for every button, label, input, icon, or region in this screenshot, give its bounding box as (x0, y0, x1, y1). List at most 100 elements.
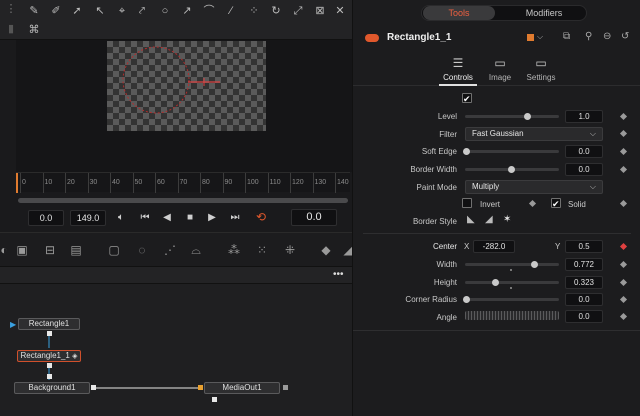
image-plane-icon[interactable]: ▣ (14, 242, 30, 258)
particle-render-icon[interactable]: ⁜ (282, 242, 298, 258)
node-port[interactable] (212, 397, 217, 402)
corner-radius-value[interactable]: 0.0 (565, 293, 603, 306)
select-arrow-icon[interactable]: ➚ (70, 4, 84, 18)
merge-icon[interactable]: ⊟ (42, 242, 58, 258)
background-icon[interactable]: ▤ (68, 242, 84, 258)
go-to-start-icon[interactable]: ⏮︎ (138, 211, 152, 225)
viewer-image[interactable] (107, 41, 266, 131)
slider-knob[interactable] (492, 279, 499, 286)
soft-edge-value[interactable]: 0.0 (565, 145, 603, 158)
bspline-tool-icon[interactable]: ⌓ (188, 242, 204, 258)
height-slider[interactable] (465, 279, 559, 286)
go-to-end-icon[interactable]: ⏭︎ (228, 211, 242, 225)
node-enable-toggle[interactable] (365, 34, 379, 42)
pin-icon[interactable]: ⚲ (585, 31, 592, 42)
current-frame-field[interactable]: 0.0 (28, 210, 64, 226)
node-options-icon[interactable]: ••• (333, 269, 344, 280)
time-display[interactable]: 0.0 (291, 209, 337, 226)
slider-knob[interactable] (463, 148, 470, 155)
node-rectangle1-1[interactable]: Rectangle1_1 ◈ (17, 350, 81, 362)
shape3d-icon[interactable]: ◆ (318, 242, 334, 258)
panel-handle-icon[interactable]: ⋮ (4, 2, 18, 16)
height-value[interactable]: 0.323 (565, 276, 603, 289)
end-frame-field[interactable]: 149.0 (70, 210, 106, 226)
lock-icon[interactable]: ⊖ (603, 31, 611, 42)
tab-modifiers[interactable]: Modifiers (505, 6, 583, 20)
particle-emitter-icon[interactable]: ⁙ (254, 242, 270, 258)
soft-edge-slider[interactable] (463, 148, 559, 155)
slider-knob[interactable] (524, 113, 531, 120)
filter-dropdown[interactable]: Fast Gaussian ⌵ (465, 127, 603, 141)
pen-icon[interactable]: ✎ (27, 4, 41, 18)
tab-image[interactable]: ▭ Image (480, 56, 520, 82)
slider-knob[interactable] (463, 296, 470, 303)
close-icon[interactable]: ✕ (333, 4, 347, 18)
angle-thumbwheel[interactable] (465, 311, 559, 320)
tab-controls[interactable]: ☰ Controls (438, 56, 478, 82)
slider-knob[interactable] (531, 261, 538, 268)
level-value[interactable]: 1.0 (565, 110, 603, 123)
timeline-ruler[interactable]: 0 10 20 30 40 50 60 70 80 90 100 110 120 130 140 (16, 172, 350, 193)
node-background1[interactable]: Background1 (14, 382, 90, 394)
keyframe-icon[interactable] (619, 312, 628, 321)
keyframe-icon[interactable] (619, 147, 628, 156)
node-select-icon[interactable]: ⌖ (115, 4, 129, 18)
keyframe-icon[interactable] (528, 199, 537, 208)
center-y-value[interactable]: 0.5 (565, 240, 603, 253)
playhead[interactable] (16, 173, 18, 193)
line-icon[interactable]: ∕ (224, 4, 238, 18)
keyframe-icon[interactable] (619, 165, 628, 174)
version-icon[interactable]: ⧉ (563, 31, 570, 42)
more-left-icon[interactable]: ◐ (0, 242, 12, 258)
node-port[interactable] (91, 385, 96, 390)
keyframe-icon[interactable] (619, 295, 628, 304)
keyframe-icon[interactable] (619, 112, 628, 121)
border-style-miter-icon[interactable]: ✶ (503, 214, 511, 225)
border-style-bevel-icon[interactable]: ◣ (467, 214, 475, 225)
center-x-value[interactable]: -282.0 (473, 240, 515, 253)
stop-icon[interactable]: ■ (183, 211, 197, 225)
particles-icon[interactable]: ⁂ (226, 242, 242, 258)
invert-checkbox[interactable] (462, 198, 472, 208)
keyframe-icon[interactable] (619, 260, 628, 269)
reset-icon[interactable]: ↺ (621, 31, 629, 42)
node-editor[interactable]: ▶ Rectangle1 Rectangle1_1 ◈ Background1 … (0, 284, 352, 416)
reset-icon[interactable]: ⊠ (313, 4, 327, 18)
loop-icon[interactable]: ⟲ (254, 210, 268, 224)
border-width-slider[interactable] (465, 166, 559, 173)
node-port[interactable] (47, 363, 52, 368)
paint-mode-dropdown[interactable]: Multiply ⌵ (465, 180, 603, 194)
keyframe-icon[interactable] (619, 129, 628, 138)
scroll-handle-icon[interactable]: ▮ (4, 22, 18, 36)
node-rectangle1[interactable]: Rectangle1 (18, 318, 80, 330)
color-swatch[interactable] (527, 34, 534, 41)
audio-icon[interactable]: 🔈︎ (114, 211, 128, 225)
scale-icon[interactable]: ⤢ (291, 4, 305, 18)
border-style-round-icon[interactable]: ◢ (485, 214, 493, 225)
pen-add-icon[interactable]: ✐ (49, 4, 63, 18)
width-value[interactable]: 0.772 (565, 258, 603, 271)
bezier-icon[interactable]: ⌒ (202, 4, 216, 18)
circle-icon[interactable]: ○ (158, 4, 172, 18)
angle-value[interactable]: 0.0 (565, 310, 603, 323)
node-port[interactable] (198, 385, 203, 390)
node-port[interactable] (47, 374, 52, 379)
play-reverse-icon[interactable]: ◀ (160, 211, 174, 225)
rotate-icon[interactable]: ↻ (269, 4, 283, 18)
slider-knob[interactable] (508, 166, 515, 173)
timeline-scrollbar[interactable] (18, 198, 348, 203)
polygon-tool-icon[interactable]: ⋰ (162, 242, 178, 258)
rectangle-tool-icon[interactable]: ▢ (106, 242, 122, 258)
width-slider[interactable] (465, 261, 559, 268)
node-play-icon[interactable]: ▶ (10, 320, 16, 329)
level-slider[interactable] (465, 113, 559, 120)
play-icon[interactable]: ▶ (205, 211, 219, 225)
ellipse-tool-icon[interactable]: ◌ (134, 242, 150, 258)
tab-settings[interactable]: ▭ Settings (521, 56, 561, 82)
keyframe-icon[interactable] (619, 278, 628, 287)
border-width-value[interactable]: 0.0 (565, 163, 603, 176)
smooth-icon[interactable]: ⤤ (135, 4, 149, 18)
node-port[interactable] (47, 331, 52, 336)
polyline-icon[interactable]: ⌘ (27, 23, 41, 37)
keyframe-icon[interactable] (619, 199, 628, 208)
